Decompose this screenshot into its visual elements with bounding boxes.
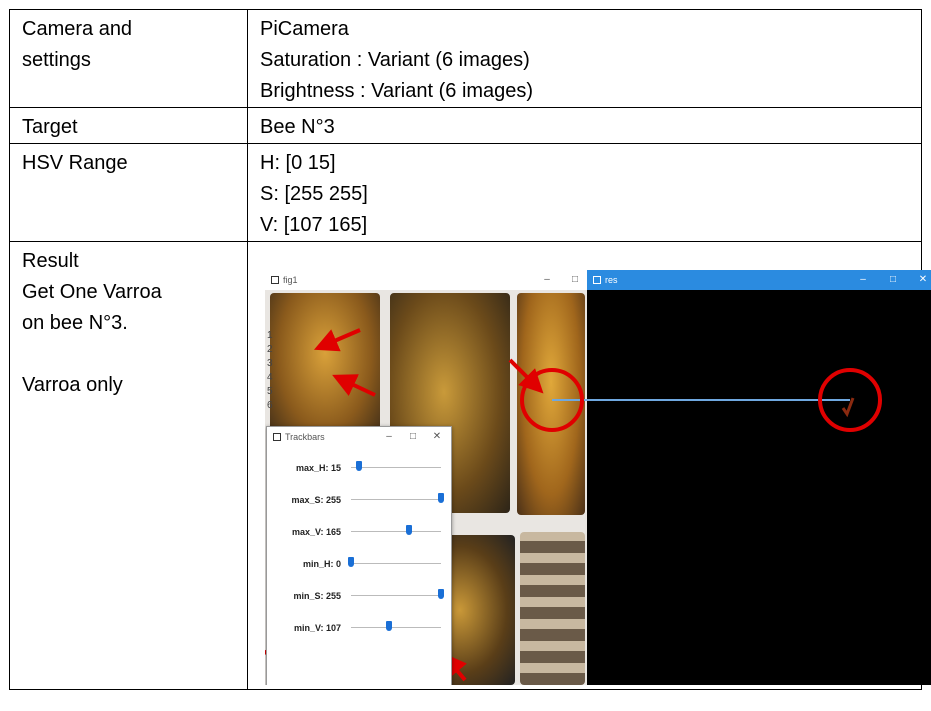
table-row: Camera and settings PiCamera Saturation … — [9, 9, 922, 108]
maximize-button[interactable]: □ — [403, 427, 423, 447]
row-label: Result Get One Varroa on bee N°3. Varroa… — [9, 241, 248, 690]
arrow-marker — [442, 652, 467, 682]
trackbar-thumb[interactable] — [406, 525, 413, 535]
row-value: Bee N°3 — [247, 107, 922, 144]
label-line: Result — [22, 250, 79, 272]
arrow-marker — [313, 328, 361, 352]
row-value: H: [0 15] S: [255 255] V: [107 165] — [247, 143, 922, 242]
value-line: Saturation : Variant (6 images) — [260, 49, 530, 71]
trackbar-row: min_V: 107 — [267, 613, 451, 639]
trackbar-label: min_S: 255 — [293, 591, 341, 601]
trackbars-title: Trackbars — [285, 432, 325, 442]
value-line: S: [255 255] — [260, 183, 368, 205]
trackbar-thumb[interactable] — [385, 621, 392, 631]
value-line: V: [107 165] — [260, 214, 368, 236]
result-screenshot: fig1 – □ 1 2 3 4 5 6 res – □ ✕ Trackbars… — [265, 270, 931, 685]
trackbar-label: min_H: 0 — [302, 559, 341, 569]
trackbar-row: min_S: 255 — [267, 581, 451, 607]
trackbar-label: max_S: 255 — [291, 495, 341, 505]
row-value: PiCamera Saturation : Variant (6 images)… — [247, 9, 922, 108]
trackbar-thumb[interactable] — [348, 557, 354, 567]
trackbar-thumb[interactable] — [355, 461, 362, 471]
label-line: Target — [22, 116, 78, 138]
label-line: on bee N°3. — [22, 312, 128, 334]
trackbar-track[interactable] — [351, 589, 444, 599]
trackbar-label: max_H: 15 — [295, 463, 341, 473]
trackbar-track[interactable] — [351, 493, 444, 503]
row-label: Target — [9, 107, 248, 144]
trackbar-label: max_V: 165 — [291, 527, 341, 537]
trackbar-row: max_H: 15 — [267, 453, 451, 479]
trackbar-track[interactable] — [351, 525, 441, 535]
results-table: Camera and settings PiCamera Saturation … — [9, 9, 931, 690]
trackbar-thumb[interactable] — [438, 493, 444, 503]
trackbars-titlebar: Trackbars – □ ✕ — [267, 427, 451, 447]
trackbar-label: min_V: 107 — [293, 623, 341, 633]
trackbar-row: max_V: 165 — [267, 517, 451, 543]
value-line: Bee N°3 — [260, 116, 335, 138]
trackbar-thumb[interactable] — [438, 589, 444, 599]
trackbar-track[interactable] — [351, 621, 441, 631]
label-line: Varroa only — [22, 374, 123, 396]
row-label: Camera and settings — [9, 9, 248, 108]
minimize-button[interactable]: – — [379, 427, 399, 447]
window-icon — [273, 433, 281, 441]
label-line: Get One Varroa — [22, 281, 162, 303]
label-line: settings — [22, 49, 91, 71]
value-line: Brightness : Variant (6 images) — [260, 80, 534, 102]
close-button[interactable]: ✕ — [427, 427, 447, 447]
trackbars-window: Trackbars – □ ✕ max_H: 15 max_S: 255 max_V… — [266, 426, 452, 685]
table-row: Result Get One Varroa on bee N°3. Varroa… — [9, 241, 931, 690]
result-image-cell: fig1 – □ 1 2 3 4 5 6 res – □ ✕ Trackbars… — [247, 241, 931, 690]
table-row: Target Bee N°3 — [9, 107, 922, 144]
label-line: HSV Range — [22, 152, 128, 174]
label-line: Camera and — [22, 18, 133, 40]
trackbar-row: min_H: 0 — [267, 549, 451, 575]
trackbar-row: max_S: 255 — [267, 485, 451, 511]
trackbar-track[interactable] — [348, 557, 441, 567]
arrow-marker — [332, 374, 376, 397]
table-row: HSV Range H: [0 15] S: [255 255] V: [107… — [9, 143, 922, 242]
value-line: H: [0 15] — [260, 152, 336, 174]
value-line: PiCamera — [260, 18, 349, 40]
row-label: HSV Range — [9, 143, 248, 242]
arrow-marker — [508, 358, 544, 394]
trackbar-track[interactable] — [351, 461, 441, 471]
